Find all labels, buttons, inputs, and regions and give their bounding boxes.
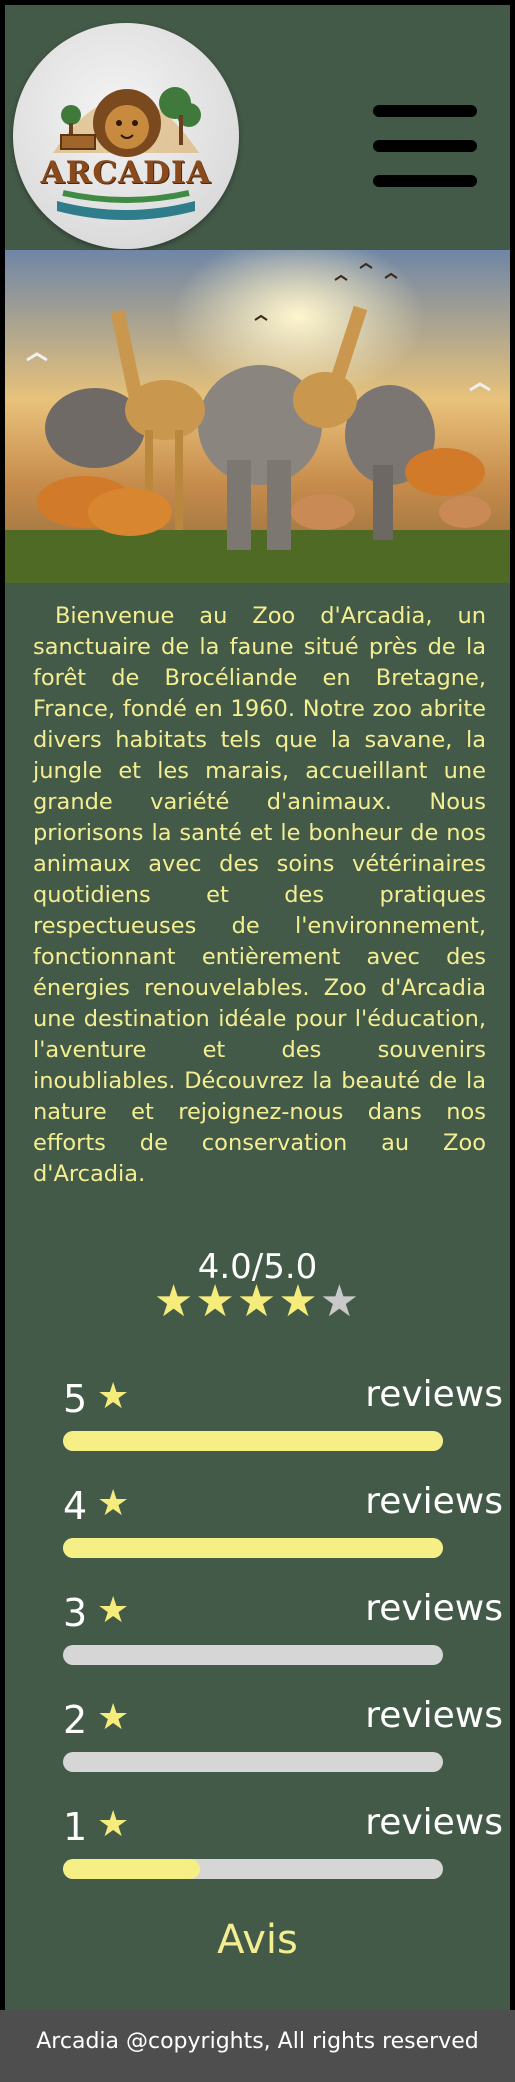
- star-icon: ★: [97, 1376, 130, 1417]
- star-icon: ★: [97, 1483, 130, 1524]
- rating-stars: ★★★★★: [5, 1277, 510, 1327]
- review-star-count: 4: [63, 1484, 88, 1528]
- review-progress-bar: [63, 1859, 443, 1879]
- star-icon: ★: [97, 1697, 130, 1738]
- review-star-count: 1: [63, 1805, 88, 1849]
- star-icon: ★: [97, 1804, 130, 1845]
- star-icon: ★: [153, 1276, 196, 1327]
- arcadia-logo[interactable]: ARCADIA: [13, 23, 239, 249]
- review-label: reviews: [365, 1695, 503, 1736]
- review-progress-bar: [63, 1645, 443, 1665]
- review-star-count: 3: [63, 1591, 88, 1635]
- hero-image: [5, 250, 510, 583]
- review-progress-bar: [63, 1752, 443, 1772]
- review-row-3: 3 ★ reviews: [63, 1588, 503, 1691]
- hamburger-menu-icon[interactable]: [373, 105, 477, 187]
- review-star-count: 5: [63, 1377, 88, 1421]
- site-footer: Arcadia @copyrights, All rights reserved: [0, 2010, 515, 2082]
- review-row-4: 4 ★ reviews: [63, 1481, 503, 1584]
- site-header: ARCADIA: [5, 5, 510, 250]
- logo-text: ARCADIA: [40, 155, 212, 191]
- review-row-1: 1 ★ reviews: [63, 1802, 503, 1905]
- star-icon: ★: [278, 1276, 320, 1327]
- review-progress-bar: [63, 1538, 443, 1558]
- review-progress-fill: [63, 1431, 443, 1451]
- review-star-count: 2: [63, 1698, 88, 1742]
- review-progress-fill: [63, 1859, 200, 1879]
- menu-bar-middle: [373, 140, 477, 152]
- review-progress-bar: [63, 1431, 443, 1451]
- menu-bar-bottom: [373, 175, 477, 187]
- review-label: reviews: [365, 1802, 503, 1843]
- star-icon: ★: [236, 1276, 279, 1327]
- review-progress-fill: [63, 1538, 443, 1558]
- zoo-animals-hero-image: [5, 250, 510, 583]
- intro-paragraph: Bienvenue au Zoo d'Arcadia, un sanctuair…: [33, 603, 486, 1187]
- review-label: reviews: [365, 1481, 503, 1522]
- star-icon: ★: [195, 1276, 237, 1327]
- avis-link[interactable]: Avis: [5, 1917, 510, 1963]
- review-label: reviews: [365, 1374, 503, 1415]
- review-row-2: 2 ★ reviews: [63, 1695, 503, 1798]
- page-frame: ARCADIA Bienvenue au Zoo d'Arcadia, un s…: [5, 5, 510, 2073]
- review-row-5: 5 ★ reviews: [63, 1374, 503, 1477]
- logo-illustration: [53, 87, 201, 220]
- review-label: reviews: [365, 1588, 503, 1629]
- menu-bar-top: [373, 105, 477, 117]
- star-empty-icon: ★: [319, 1276, 362, 1327]
- star-icon: ★: [97, 1590, 130, 1631]
